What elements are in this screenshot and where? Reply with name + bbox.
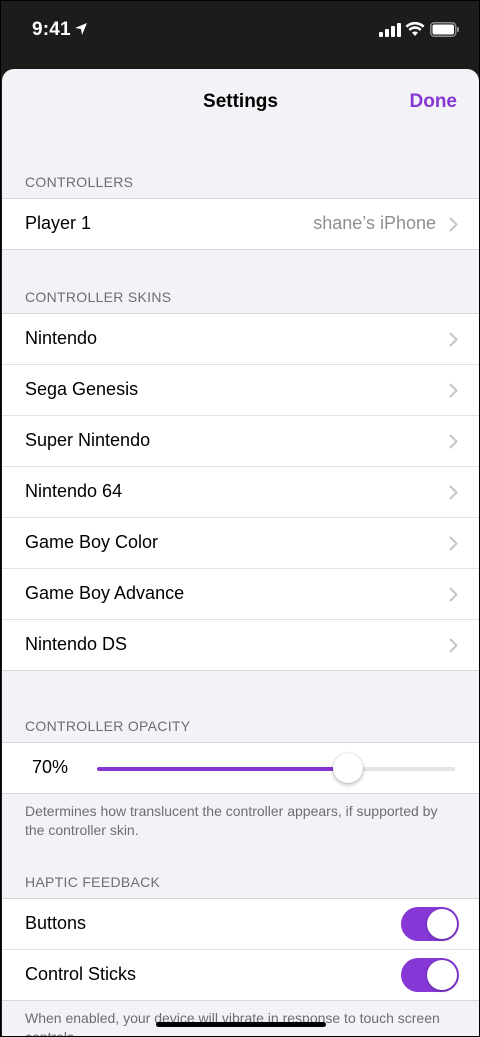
page-title: Settings	[2, 91, 479, 113]
row-label: Nintendo	[25, 328, 97, 349]
row-label: Game Boy Advance	[25, 583, 184, 604]
chevron-right-icon	[449, 434, 458, 449]
controller-skins-group: Nintendo Sega Genesis Super Nintendo Nin…	[2, 313, 479, 671]
done-button[interactable]: Done	[410, 91, 458, 113]
opacity-value: 70%	[32, 757, 68, 778]
section-header-haptic-feedback: HAPTIC FEEDBACK	[2, 874, 160, 890]
cellular-signal-icon	[379, 23, 401, 37]
opacity-slider[interactable]	[97, 767, 455, 771]
section-header-controllers: CONTROLLERS	[2, 174, 133, 190]
skin-row-nintendo-64[interactable]: Nintendo 64	[2, 467, 479, 518]
chevron-right-icon	[449, 485, 458, 500]
section-header-controller-skins: CONTROLLER SKINS	[2, 289, 171, 305]
location-arrow-icon	[74, 22, 88, 36]
haptic-row-control-sticks: Control Sticks	[2, 950, 479, 1000]
controller-opacity-group: 70%	[2, 742, 479, 794]
haptic-feedback-group: Buttons Control Sticks	[2, 898, 479, 1001]
row-label: Sega Genesis	[25, 379, 138, 400]
toggle-knob	[427, 909, 457, 939]
device-frame: 9:41 Settings Done CONTROLLERS	[0, 0, 480, 1037]
opacity-slider-row: 70%	[2, 743, 479, 793]
haptic-row-buttons: Buttons	[2, 899, 479, 950]
chevron-right-icon	[449, 587, 458, 602]
navigation-bar: Settings Done	[2, 69, 479, 133]
row-value: shane’s iPhone	[313, 213, 436, 234]
row-label: Control Sticks	[25, 964, 136, 985]
wifi-icon	[405, 21, 425, 37]
skin-row-game-boy-color[interactable]: Game Boy Color	[2, 518, 479, 569]
chevron-right-icon	[449, 536, 458, 551]
settings-sheet: Settings Done CONTROLLERS Player 1 shane…	[2, 69, 479, 1037]
row-label: Player 1	[25, 213, 91, 234]
toggle-knob	[427, 960, 457, 990]
skin-row-super-nintendo[interactable]: Super Nintendo	[2, 416, 479, 467]
controllers-group: Player 1 shane’s iPhone	[2, 198, 479, 250]
status-bar: 9:41	[1, 1, 479, 63]
opacity-slider-fill	[97, 767, 348, 771]
controller-row-player-1[interactable]: Player 1 shane’s iPhone	[2, 199, 479, 249]
chevron-right-icon	[449, 332, 458, 347]
battery-icon	[430, 22, 460, 37]
chevron-right-icon	[449, 383, 458, 398]
skin-row-sega-genesis[interactable]: Sega Genesis	[2, 365, 479, 416]
home-indicator	[156, 1022, 326, 1027]
buttons-toggle[interactable]	[401, 907, 459, 941]
section-header-controller-opacity: CONTROLLER OPACITY	[2, 718, 190, 734]
skin-row-nintendo-ds[interactable]: Nintendo DS	[2, 620, 479, 670]
chevron-right-icon	[449, 638, 458, 653]
status-time: 9:41	[32, 19, 71, 41]
chevron-right-icon	[449, 217, 458, 232]
skin-row-game-boy-advance[interactable]: Game Boy Advance	[2, 569, 479, 620]
row-label: Game Boy Color	[25, 532, 158, 553]
opacity-slider-knob[interactable]	[333, 753, 363, 783]
control-sticks-toggle[interactable]	[401, 958, 459, 992]
row-label: Nintendo 64	[25, 481, 122, 502]
row-label: Nintendo DS	[25, 634, 127, 655]
skin-row-nintendo[interactable]: Nintendo	[2, 314, 479, 365]
opacity-footer: Determines how translucent the controlle…	[25, 802, 445, 840]
row-label: Buttons	[25, 913, 86, 934]
row-label: Super Nintendo	[25, 430, 150, 451]
